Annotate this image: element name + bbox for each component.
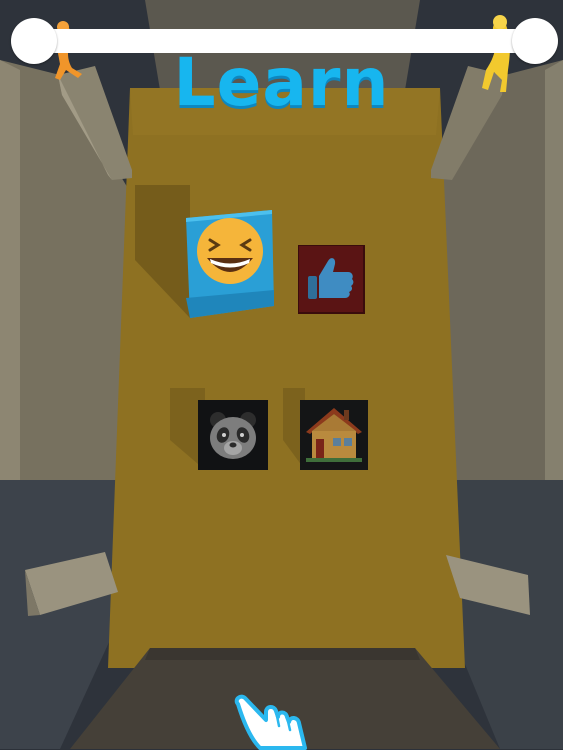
tile-panda[interactable]	[198, 400, 270, 472]
floor-platform	[108, 88, 465, 668]
pointing-hand-icon	[234, 694, 307, 750]
tile-laughing-face[interactable]	[186, 210, 276, 320]
level-title: Learn	[173, 44, 390, 121]
tile-thumbs-up[interactable]	[298, 245, 366, 315]
laughing-face-icon	[197, 218, 263, 284]
tile-house[interactable]	[300, 400, 370, 472]
panda-icon	[210, 412, 256, 459]
